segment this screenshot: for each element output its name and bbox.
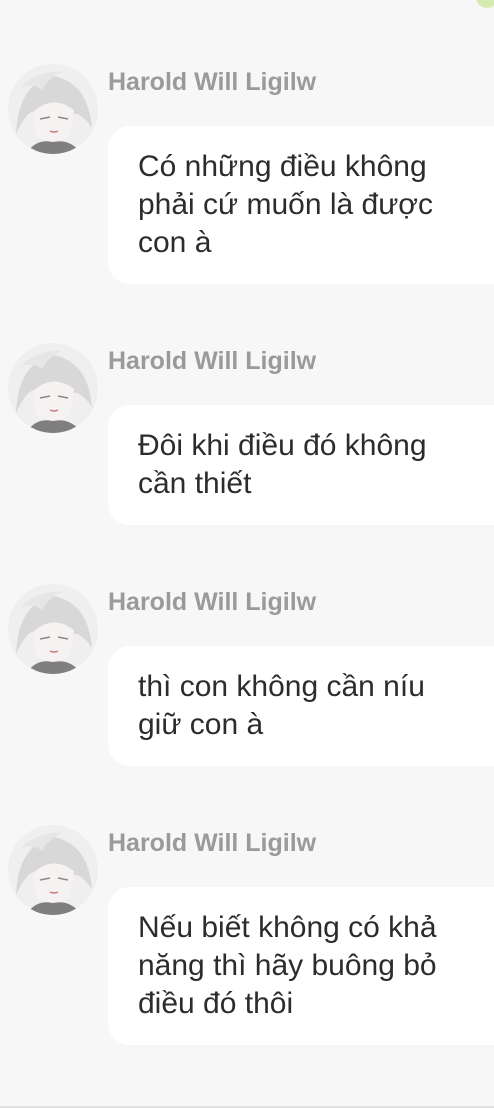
- message-bubble[interactable]: thì con không cần níu giữ con à: [108, 646, 494, 766]
- sender-name: Harold Will Ligilw: [108, 347, 317, 375]
- sender-avatar[interactable]: [8, 64, 98, 154]
- anime-avatar-icon: [8, 825, 98, 915]
- message-text: Đôi khi điều đó không cần thiết: [138, 429, 427, 500]
- sender-avatar[interactable]: [8, 825, 98, 915]
- chat-message: Harold Will Ligilw Đôi khi điều đó không…: [0, 343, 494, 525]
- sender-name: Harold Will Ligilw: [108, 68, 317, 96]
- message-bubble[interactable]: Đôi khi điều đó không cần thiết: [108, 405, 494, 525]
- chat-message: Harold Will Ligilw Nếu biết không có khả…: [0, 825, 494, 1045]
- corner-indicator: [476, 0, 494, 8]
- sender-avatar[interactable]: [8, 343, 98, 433]
- anime-avatar-icon: [8, 343, 98, 433]
- sender-name: Harold Will Ligilw: [108, 829, 317, 857]
- message-text: Nếu biết không có khả năng thì hãy buông…: [138, 911, 437, 1020]
- sender-name: Harold Will Ligilw: [108, 588, 317, 616]
- chat-message: Harold Will Ligilw thì con không cần níu…: [0, 584, 494, 766]
- message-bubble[interactable]: Nếu biết không có khả năng thì hãy buông…: [108, 887, 494, 1045]
- message-text: Có những điều không phải cứ muốn là được…: [138, 150, 433, 259]
- chat-message: Harold Will Ligilw Có những điều không p…: [0, 64, 494, 284]
- sender-avatar[interactable]: [8, 584, 98, 674]
- message-bubble[interactable]: Có những điều không phải cứ muốn là được…: [108, 126, 494, 284]
- anime-avatar-icon: [8, 64, 98, 154]
- message-text: thì con không cần níu giữ con à: [138, 670, 425, 741]
- anime-avatar-icon: [8, 584, 98, 674]
